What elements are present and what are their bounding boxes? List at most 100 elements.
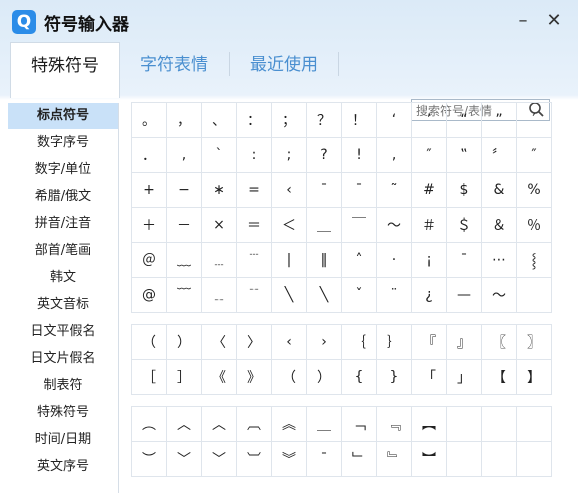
symbol-cell[interactable]: ︾ <box>271 441 307 477</box>
symbol-cell[interactable]: ＄ <box>446 207 482 243</box>
symbol-cell[interactable]: ˇ <box>341 277 377 313</box>
symbol-cell[interactable]: = <box>236 172 272 208</box>
sidebar-item-katakana[interactable]: 日文片假名 <box>8 346 118 372</box>
symbol-cell[interactable]: ＆ <box>481 207 517 243</box>
symbol-cell[interactable]: ˄ <box>341 242 377 278</box>
symbol-cell[interactable]: 〈 <box>201 324 237 360</box>
symbol-cell[interactable]: ″ <box>411 137 447 173</box>
tab-special-symbols[interactable]: 特殊符号 <box>10 42 120 98</box>
minimize-button[interactable]: – <box>510 8 536 34</box>
symbol-cell[interactable]: 。 <box>131 102 167 138</box>
symbol-cell[interactable]: ¨ <box>376 277 412 313</box>
sidebar-item-english-phonetic[interactable]: 英文音标 <box>8 292 118 318</box>
symbol-cell[interactable]: · <box>376 242 412 278</box>
symbol-cell[interactable]: ＠ <box>131 242 167 278</box>
symbol-cell[interactable]: ﹂ <box>341 441 377 477</box>
symbol-cell[interactable]: ︿ <box>201 406 237 442</box>
symbol-cell[interactable]: ％ <box>516 207 552 243</box>
symbol-cell[interactable]: ￣ <box>341 207 377 243</box>
sidebar-item-time-date[interactable]: 时间/日期 <box>8 427 118 453</box>
symbol-cell[interactable]: & <box>481 172 517 208</box>
symbol-cell[interactable]: ； <box>271 102 307 138</box>
symbol-cell[interactable]: ╲ <box>306 277 342 313</box>
symbol-cell[interactable]: 【 <box>481 359 517 395</box>
symbol-cell[interactable]: ＿ <box>306 406 342 442</box>
sidebar-item-punctuation[interactable]: 标点符号 <box>8 103 118 129</box>
symbol-cell[interactable]: ～ <box>376 207 412 243</box>
symbol-cell[interactable]: ╲ <box>271 277 307 313</box>
symbol-cell[interactable]: } <box>376 359 412 395</box>
sidebar-item-english-ordinal[interactable]: 英文序号 <box>8 454 118 480</box>
symbol-cell[interactable]: ︻ <box>411 406 447 442</box>
symbol-cell[interactable]: ′ <box>516 102 552 138</box>
symbol-cell[interactable]: { <box>341 359 377 395</box>
symbol-cell[interactable]: 〖 <box>481 324 517 360</box>
symbol-cell[interactable]: － <box>166 207 202 243</box>
symbol-cell[interactable]: ︶ <box>131 441 167 477</box>
symbol-cell[interactable]: : <box>236 137 272 173</box>
symbol-cell[interactable]: ︹ <box>236 406 272 442</box>
symbol-cell[interactable]: ｛ <box>341 324 377 360</box>
symbol-cell[interactable]: | <box>271 242 307 278</box>
sidebar-item-pinyin[interactable]: 拼音/注音 <box>8 211 118 237</box>
symbol-cell[interactable]: ］ <box>166 359 202 395</box>
symbol-cell[interactable]: × <box>201 207 237 243</box>
symbol-cell[interactable]: ： <box>236 102 272 138</box>
sidebar-item-number-sequence[interactable]: 数字序号 <box>8 130 118 156</box>
sidebar-item-hiragana[interactable]: 日文平假名 <box>8 319 118 345</box>
symbol-cell[interactable]: ︵ <box>131 406 167 442</box>
symbol-cell[interactable]: ‹ <box>271 324 307 360</box>
symbol-cell[interactable]: 】 <box>516 359 552 395</box>
symbol-cell[interactable]: , <box>166 137 202 173</box>
symbol-cell[interactable]: ‚ <box>376 137 412 173</box>
symbol-cell[interactable]: 「 <box>411 359 447 395</box>
symbol-cell[interactable]: — <box>446 277 482 313</box>
symbol-cell[interactable]: ［ <box>131 359 167 395</box>
symbol-cell[interactable]: ! <box>341 137 377 173</box>
symbol-cell[interactable]: （ <box>131 324 167 360</box>
sidebar-item-radicals[interactable]: 部首/笔画 <box>8 238 118 264</box>
symbol-cell[interactable]: ¡ <box>411 242 447 278</box>
symbol-cell[interactable]: ﹃ <box>376 406 412 442</box>
symbol-cell[interactable]: ︿ <box>166 406 202 442</box>
symbol-cell[interactable]: ’ <box>411 102 447 138</box>
symbol-cell[interactable]: 『 <box>411 324 447 360</box>
symbol-cell[interactable]: ˜ <box>376 172 412 208</box>
symbol-cell[interactable]: ﹊ <box>236 277 272 313</box>
symbol-cell[interactable]: ‹ <box>271 172 307 208</box>
symbol-cell[interactable]: ﹋ <box>166 277 202 313</box>
symbol-cell[interactable]: ︼ <box>411 441 447 477</box>
symbol-cell[interactable]: ″ <box>516 137 552 173</box>
symbol-cell[interactable]: ” <box>481 102 517 138</box>
symbol-cell[interactable]: ︺ <box>236 441 272 477</box>
symbol-cell[interactable]: ˉ <box>306 172 342 208</box>
sidebar-item-number-unit[interactable]: 数字/单位 <box>8 157 118 183</box>
symbol-cell[interactable]: @ <box>131 277 167 313</box>
symbol-cell[interactable]: ～ <box>481 277 517 313</box>
symbol-cell[interactable]: ⸾ <box>516 242 552 278</box>
symbol-cell[interactable]: ＿ <box>306 207 342 243</box>
symbol-cell[interactable]: ︽ <box>271 406 307 442</box>
symbol-cell[interactable]: ， <box>166 102 202 138</box>
close-button[interactable]: ✕ <box>541 8 567 34</box>
symbol-cell[interactable]: ﹉ <box>236 242 272 278</box>
symbol-cell[interactable]: ‖ <box>306 242 342 278</box>
symbol-cell[interactable]: ﹁ <box>341 406 377 442</box>
symbol-cell[interactable]: ﹍ <box>201 242 237 278</box>
symbol-cell[interactable]: ＃ <box>411 207 447 243</box>
symbol-cell[interactable]: ！ <box>341 102 377 138</box>
symbol-cell[interactable]: ¯ <box>341 172 377 208</box>
symbol-cell[interactable]: $ <box>446 172 482 208</box>
symbol-cell[interactable]: ﹎ <box>201 277 237 313</box>
symbol-cell[interactable]: % <box>516 172 552 208</box>
symbol-cell[interactable]: ? <box>306 137 342 173</box>
symbol-cell[interactable]: ｝ <box>376 324 412 360</box>
symbol-cell[interactable]: › <box>306 324 342 360</box>
symbol-cell[interactable]: ∗ <box>201 172 237 208</box>
symbol-cell[interactable]: ＋ <box>131 207 167 243</box>
symbol-cell[interactable]: “ <box>446 102 482 138</box>
symbol-cell[interactable]: 〞 <box>481 137 517 173</box>
sidebar-item-box-drawing[interactable]: 制表符 <box>8 373 118 399</box>
symbol-cell[interactable]: ‘ <box>376 102 412 138</box>
symbol-cell[interactable]: ˉ <box>446 242 482 278</box>
